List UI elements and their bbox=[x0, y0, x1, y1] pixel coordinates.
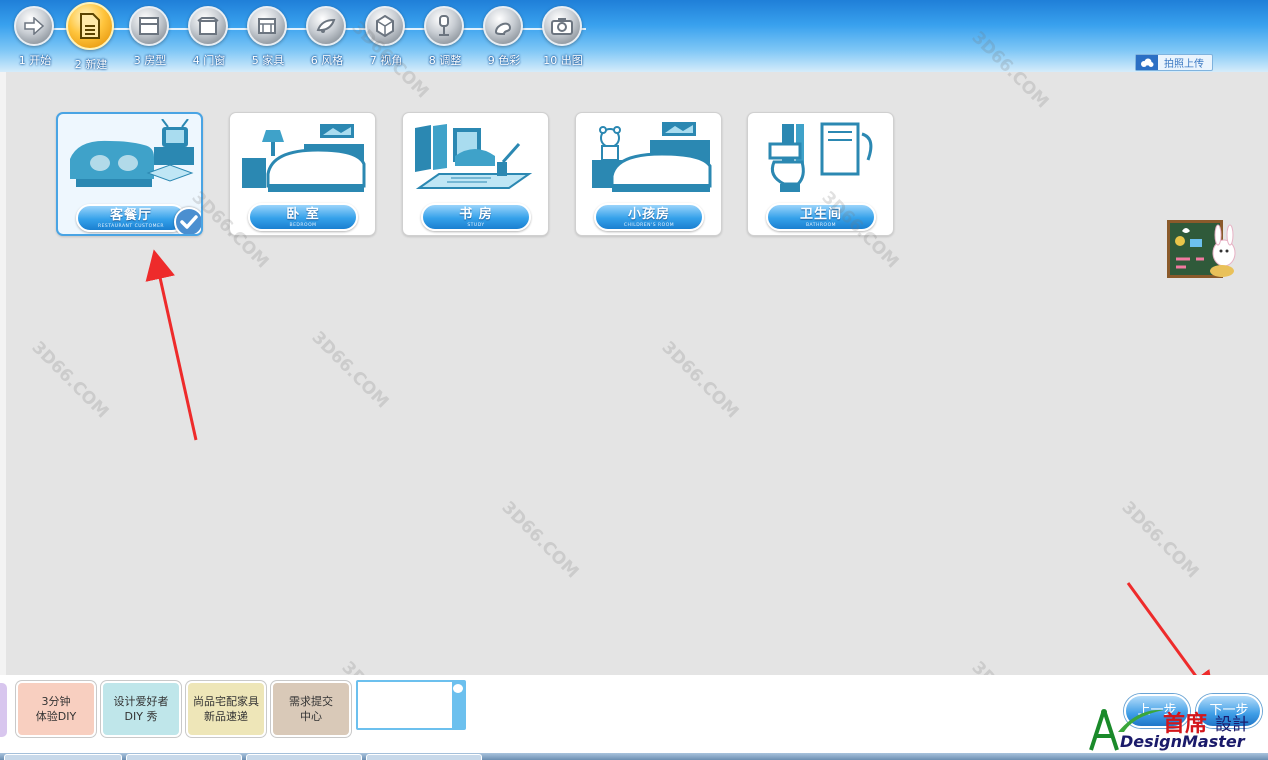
diy-trial-line2: 体验DIY bbox=[35, 710, 77, 723]
room-label-pill: 卧 室 BEDROOM bbox=[248, 203, 358, 231]
bedroom-icon bbox=[242, 124, 366, 192]
step-label: 9 色彩 bbox=[487, 54, 521, 67]
step-output[interactable]: 10 出图 bbox=[536, 4, 592, 70]
side-tab[interactable] bbox=[0, 683, 7, 737]
color-icon bbox=[485, 8, 521, 44]
adjust-icon bbox=[426, 8, 462, 44]
step-label: 6 风格 bbox=[310, 54, 344, 67]
taskbar-item[interactable] bbox=[366, 754, 482, 760]
room-name-en: CHILDREN'S ROOM bbox=[623, 223, 675, 228]
room-name: 卫生间 bbox=[799, 207, 842, 222]
furniture-icon bbox=[249, 8, 285, 44]
study-icon bbox=[415, 124, 533, 189]
taskbar-item[interactable] bbox=[246, 754, 362, 760]
step-style[interactable]: 6 风格 bbox=[300, 4, 356, 70]
bathroom-icon bbox=[768, 122, 873, 192]
upload-photo-button[interactable]: 拍照上传 bbox=[1135, 54, 1213, 71]
step-toolbar: 1 开始 2 新建 3 房型 4 门窗 5 家具 6 风格 7 视角 8 调整 … bbox=[0, 0, 1268, 72]
cube-view-icon bbox=[367, 8, 403, 44]
room-name: 客餐厅 bbox=[109, 208, 152, 223]
new-furniture-line2: 新品速递 bbox=[204, 710, 248, 723]
step-label: 8 调整 bbox=[428, 54, 462, 67]
help-blackboard-icon[interactable] bbox=[1166, 219, 1238, 279]
step-color[interactable]: 9 色彩 bbox=[477, 4, 533, 70]
room-card-bathroom[interactable]: 卫生间 BATHROOM bbox=[747, 112, 894, 236]
step-label: 2 新建 bbox=[74, 58, 108, 71]
door-window-icon bbox=[190, 8, 226, 44]
new-furniture-line1: 尚品宅配家具 bbox=[193, 695, 259, 708]
kids-room-icon bbox=[592, 122, 712, 192]
room-name-en: BATHROOM bbox=[805, 223, 837, 228]
living-room-icon bbox=[70, 119, 194, 187]
camera-icon bbox=[544, 8, 580, 44]
floorplan-icon bbox=[131, 8, 167, 44]
new-furniture-button[interactable]: 尚品宅配家具 新品速递 bbox=[186, 681, 266, 737]
step-adjust[interactable]: 8 调整 bbox=[418, 4, 474, 70]
step-label: 3 房型 bbox=[133, 54, 167, 67]
room-label-pill: 客餐厅 RESTAURANT CUSTOMER bbox=[76, 204, 186, 232]
room-name: 卧 室 bbox=[286, 207, 320, 222]
diy-trial-button[interactable]: 3分钟体验DIY bbox=[16, 681, 96, 737]
step-start[interactable]: 1 开始 bbox=[8, 4, 64, 70]
request-center-button[interactable]: 需求提交 中心 bbox=[271, 681, 351, 737]
room-card-bedroom[interactable]: 卧 室 BEDROOM bbox=[229, 112, 376, 236]
step-new[interactable]: 2 新建 bbox=[64, 2, 120, 71]
new-document-icon bbox=[68, 4, 112, 48]
diy-trial-line1: 3分钟 bbox=[41, 695, 71, 708]
room-card-living[interactable]: 客餐厅 RESTAURANT CUSTOMER bbox=[56, 112, 203, 236]
style-icon bbox=[308, 8, 344, 44]
designmaster-logo: 首席 設計 DesignMaster bbox=[1088, 706, 1260, 752]
message-box[interactable] bbox=[356, 680, 466, 730]
room-card-kids[interactable]: 小孩房 CHILDREN'S ROOM bbox=[575, 112, 722, 236]
step-label: 7 视角 bbox=[369, 54, 403, 67]
taskbar-item[interactable] bbox=[4, 754, 122, 760]
os-taskbar bbox=[0, 753, 1268, 760]
diy-show-line1: 设计爱好者 bbox=[113, 695, 169, 708]
room-name-en: STUDY bbox=[467, 223, 485, 228]
step-view[interactable]: 7 视角 bbox=[359, 4, 415, 70]
diy-show-line2: DIY 秀 bbox=[124, 710, 158, 723]
room-name: 小孩房 bbox=[627, 207, 670, 222]
room-selection-area: 客餐厅 RESTAURANT CUSTOMER 卧 室 BEDROOM 书 房 … bbox=[6, 72, 1268, 675]
step-label: 5 家具 bbox=[251, 54, 285, 67]
step-floorplan[interactable]: 3 房型 bbox=[123, 4, 179, 70]
room-card-study[interactable]: 书 房 STUDY bbox=[402, 112, 549, 236]
arrow-right-icon bbox=[16, 8, 52, 44]
step-label: 4 门窗 bbox=[192, 54, 226, 67]
swoosh-icon bbox=[1118, 709, 1164, 732]
step-door-window[interactable]: 4 门窗 bbox=[182, 4, 238, 70]
diy-show-button[interactable]: 设计爱好者 DIY 秀 bbox=[101, 681, 181, 737]
cloud-icon bbox=[1136, 55, 1158, 70]
chat-bubble-icon bbox=[453, 684, 463, 693]
step-furniture[interactable]: 5 家具 bbox=[241, 4, 297, 70]
request-center-line1: 需求提交 bbox=[289, 695, 333, 708]
taskbar-item[interactable] bbox=[126, 754, 242, 760]
room-name-en: BEDROOM bbox=[289, 223, 317, 228]
step-label: 1 开始 bbox=[18, 54, 52, 67]
request-center-line2: 中心 bbox=[300, 710, 322, 723]
room-label-pill: 书 房 STUDY bbox=[421, 203, 531, 231]
step-label: 10 出图 bbox=[543, 54, 583, 67]
room-name-en: RESTAURANT CUSTOMER bbox=[97, 224, 165, 229]
room-label-pill: 小孩房 CHILDREN'S ROOM bbox=[594, 203, 704, 231]
check-icon bbox=[174, 207, 201, 234]
upload-photo-label: 拍照上传 bbox=[1164, 59, 1204, 70]
bottom-bar: 3分钟 体验DIY 设计爱好者 DIY 秀 尚品宅配家具 新品速递 需求提交 中心 上一… bbox=[0, 675, 1268, 753]
room-label-pill: 卫生间 BATHROOM bbox=[766, 203, 876, 231]
brand-en: DesignMaster bbox=[1120, 732, 1245, 751]
room-name: 书 房 bbox=[459, 207, 493, 222]
